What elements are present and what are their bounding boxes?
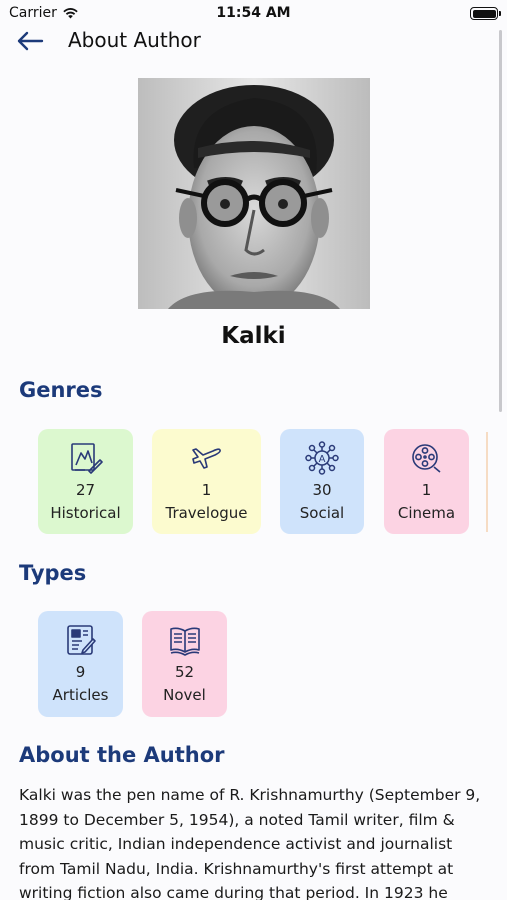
about-heading: About the Author	[19, 743, 225, 767]
types-heading: Types	[19, 561, 87, 585]
type-card-articles[interactable]: 9 Articles	[38, 611, 123, 717]
genre-card-partial[interactable]	[486, 432, 500, 532]
social-network-icon: A	[280, 441, 364, 475]
type-count: 9	[75, 663, 86, 681]
back-arrow-icon	[17, 31, 44, 51]
genre-card-travelogue[interactable]: 1 Travelogue	[152, 429, 261, 534]
battery-icon	[470, 7, 501, 20]
type-card-novel[interactable]: 52 Novel	[142, 611, 227, 717]
nav-bar: About Author	[0, 26, 507, 56]
status-time: 11:54 AM	[216, 5, 291, 21]
open-book-icon	[142, 623, 227, 657]
genre-count: 27	[75, 481, 96, 499]
genre-label: Social	[299, 504, 345, 522]
type-label: Articles	[52, 686, 109, 704]
genre-label: Travelogue	[165, 504, 248, 522]
author-name: Kalki	[221, 323, 286, 349]
film-reel-icon	[384, 441, 469, 475]
status-bar: Carrier 11:54 AM	[0, 0, 507, 26]
genres-heading: Genres	[19, 378, 103, 402]
svg-text:A: A	[319, 454, 326, 465]
type-count: 52	[174, 663, 195, 681]
page-title: About Author	[68, 28, 201, 52]
genre-card-historical[interactable]: 27 Historical	[38, 429, 133, 534]
genre-card-social[interactable]: A 30 Social	[280, 429, 364, 534]
scroll-indicator	[499, 30, 502, 412]
historical-icon	[38, 441, 133, 475]
author-portrait	[138, 78, 370, 309]
genre-label: Historical	[50, 504, 121, 522]
genre-count: 1	[421, 481, 432, 499]
airplane-icon	[152, 441, 261, 475]
genre-count: 30	[312, 481, 332, 499]
article-icon	[38, 623, 123, 657]
genre-label: Cinema	[397, 504, 456, 522]
type-label: Novel	[163, 686, 206, 704]
about-text: Kalki was the pen name of R. Krishnamurt…	[19, 786, 481, 900]
genre-count: 1	[201, 481, 212, 499]
genre-card-cinema[interactable]: 1 Cinema	[384, 429, 469, 534]
back-button[interactable]	[16, 28, 46, 54]
